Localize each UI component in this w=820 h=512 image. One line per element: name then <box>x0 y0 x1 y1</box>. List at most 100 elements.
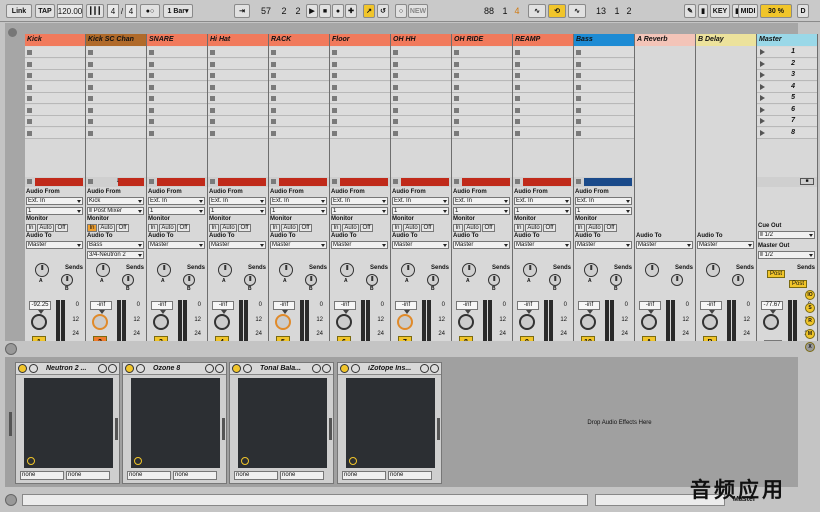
plugin-power-ring-icon[interactable] <box>241 457 249 465</box>
pan-knob[interactable] <box>153 314 169 330</box>
return-header[interactable]: A Reverb <box>635 34 695 46</box>
clip-stop-square-icon[interactable] <box>576 50 581 55</box>
send-b-knob[interactable] <box>671 274 683 286</box>
device-header[interactable]: Ozone 8 <box>123 363 226 375</box>
clip-slot[interactable] <box>269 116 329 127</box>
clip-stop-square-icon[interactable] <box>271 119 276 124</box>
loop-len-six[interactable]: 2 <box>624 4 634 18</box>
crossfader-toggle-icon[interactable]: X <box>805 342 815 352</box>
clip-slot[interactable] <box>330 58 390 70</box>
input-channel-dropdown[interactable]: Ⅱ Post Mixer <box>87 207 144 215</box>
track-activator-button[interactable]: 9 <box>520 336 534 341</box>
scene-slot[interactable]: 2 <box>757 58 817 70</box>
monitor-auto-button[interactable]: Auto <box>281 224 298 232</box>
clip-slot[interactable] <box>208 104 268 116</box>
signature-denominator[interactable]: 4 <box>125 4 137 18</box>
clip-stop-square-icon[interactable] <box>332 130 337 136</box>
clip-slot[interactable] <box>208 47 268 58</box>
track-header[interactable]: RACK <box>269 34 329 46</box>
device-select-left[interactable]: none <box>342 471 386 480</box>
clip-stop-square-icon[interactable] <box>149 96 154 101</box>
monitor-auto-button[interactable]: Auto <box>220 224 237 232</box>
automation-back-icon[interactable]: ↺ <box>377 4 389 18</box>
audio-to-dropdown[interactable]: Master <box>148 241 205 249</box>
clip-stop-square-icon[interactable] <box>454 73 459 78</box>
audio-to-dropdown[interactable]: Master <box>697 241 754 249</box>
clip-slot[interactable] <box>452 70 512 81</box>
clip-slot[interactable] <box>513 47 573 58</box>
send-a-knob[interactable] <box>340 263 354 277</box>
device-on-icon[interactable] <box>232 364 241 373</box>
clip-slot[interactable] <box>452 47 512 58</box>
clip-stop-square-icon[interactable] <box>210 84 215 90</box>
master-header[interactable]: Master <box>757 34 817 46</box>
clip-stop-square-icon[interactable] <box>27 119 32 124</box>
clip-stop-square-icon[interactable] <box>271 61 276 67</box>
clip-slot[interactable] <box>513 70 573 81</box>
session-collapse-icon[interactable] <box>8 28 17 37</box>
clip-slot[interactable] <box>208 127 268 139</box>
device-menu-icon[interactable] <box>205 364 214 373</box>
input-channel-dropdown[interactable]: 1 <box>209 207 266 215</box>
track-header[interactable]: OH RIDE <box>452 34 512 46</box>
pan-knob[interactable] <box>580 314 596 330</box>
clip-stop-square-icon[interactable] <box>88 84 93 90</box>
clip-stop-square-icon[interactable] <box>149 130 154 136</box>
metronome-bars-icon[interactable]: ┃┃┃ <box>86 4 104 18</box>
clip-slot[interactable] <box>208 93 268 104</box>
clip-slot[interactable] <box>25 127 85 139</box>
device-right-handle[interactable] <box>437 418 440 440</box>
clip-slot[interactable] <box>574 70 634 81</box>
clip-stop-square-icon[interactable] <box>88 73 93 78</box>
pos-sixteenth[interactable]: 2 <box>292 4 304 18</box>
track-stop-icon[interactable] <box>27 179 32 184</box>
monitor-auto-button[interactable]: Auto <box>586 224 603 232</box>
scene-slot[interactable]: 5 <box>757 93 817 104</box>
track-activator-button[interactable]: 8 <box>459 336 473 341</box>
clip-stop-square-icon[interactable] <box>515 119 520 124</box>
clip-slot[interactable] <box>147 81 207 93</box>
clip-slot[interactable] <box>25 70 85 81</box>
pan-knob[interactable] <box>214 314 230 330</box>
device-collapse-icon[interactable] <box>108 364 117 373</box>
track-header[interactable]: Floor <box>330 34 390 46</box>
pan-knob[interactable] <box>336 314 352 330</box>
clip-slot[interactable] <box>86 47 146 58</box>
clip-stop-square-icon[interactable] <box>393 50 398 55</box>
clip-stop-square-icon[interactable] <box>576 96 581 101</box>
monitor-auto-button[interactable]: Auto <box>464 224 481 232</box>
device-wrench-icon[interactable] <box>243 364 252 373</box>
clip-slot[interactable] <box>452 127 512 139</box>
new-button[interactable]: NEW <box>408 4 428 18</box>
clip-stop-square-icon[interactable] <box>515 50 520 55</box>
clip-slot[interactable] <box>269 93 329 104</box>
clip-stop-square-icon[interactable] <box>393 107 398 113</box>
audio-from-dropdown[interactable]: Ext. In <box>331 197 388 205</box>
clip-stop-square-icon[interactable] <box>454 130 459 136</box>
audio-from-dropdown[interactable]: Ext. In <box>575 197 632 205</box>
send-a-knob[interactable] <box>157 263 171 277</box>
send-b-knob[interactable] <box>61 274 73 286</box>
master-volume-readout[interactable]: -77.67 <box>761 301 783 310</box>
automation-arm-icon[interactable]: ↗ <box>363 4 375 18</box>
clip-stop-square-icon[interactable] <box>88 107 93 113</box>
clip-slot[interactable] <box>86 58 146 70</box>
clip-stop-square-icon[interactable] <box>271 96 276 101</box>
device-header[interactable]: iZotope Ins... <box>338 363 441 375</box>
clip-slot[interactable] <box>574 93 634 104</box>
send-b-knob[interactable] <box>305 274 317 286</box>
solo-cue-button[interactable]: Solo <box>764 340 782 341</box>
audio-to-dropdown[interactable]: Master <box>453 241 510 249</box>
clip-slot[interactable] <box>208 81 268 93</box>
clip-slot[interactable] <box>391 58 451 70</box>
clip-slot[interactable] <box>391 104 451 116</box>
punch-in-icon[interactable]: ∿ <box>528 4 546 18</box>
send-b-knob[interactable] <box>549 274 561 286</box>
midi-map-button[interactable]: MIDI <box>738 4 758 18</box>
device-on-icon[interactable] <box>18 364 27 373</box>
volume-readout[interactable]: -inf <box>578 301 600 310</box>
stop-icon[interactable]: ■ <box>319 4 331 18</box>
monitor-in-button[interactable]: In <box>331 224 341 232</box>
monitor-off-button[interactable]: Off <box>543 224 556 232</box>
monitor-in-button[interactable]: In <box>453 224 463 232</box>
